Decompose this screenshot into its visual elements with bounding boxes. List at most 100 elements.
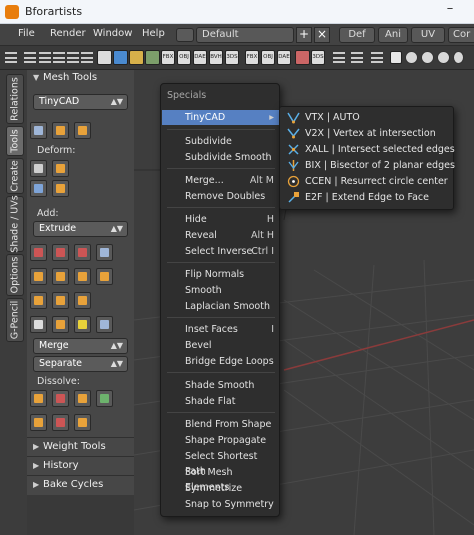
menu-item-shade-smooth[interactable]: Shade Smooth: [162, 378, 279, 393]
weight-tools-header[interactable]: ▶ Weight Tools: [33, 441, 106, 452]
tab-default[interactable]: Def: [339, 27, 375, 43]
add-layout-button[interactable]: +: [296, 27, 312, 43]
menu-item-remove-doubles[interactable]: Remove Doubles: [162, 189, 279, 204]
export-obj-button[interactable]: OBJ: [261, 50, 275, 65]
menu-item-inset-faces[interactable]: Inset Faces I: [162, 322, 279, 337]
poke-button[interactable]: [96, 316, 113, 333]
menu-item-shade-flat[interactable]: Shade Flat: [162, 394, 279, 409]
export-fbx-button[interactable]: FBX: [245, 50, 259, 65]
menu-item-bridge-edge-loops[interactable]: Bridge Edge Loops: [162, 354, 279, 369]
mesh-tools-header[interactable]: ▼ Mesh Tools: [33, 72, 97, 83]
inset-button[interactable]: [30, 244, 47, 261]
edge-split-button[interactable]: [52, 268, 69, 285]
new-file-icon[interactable]: [97, 50, 112, 65]
slide-vertex-button[interactable]: [52, 160, 69, 177]
tab-create[interactable]: Create: [6, 158, 24, 194]
knife-project-button[interactable]: [30, 316, 47, 333]
tab-tools[interactable]: Tools: [6, 126, 24, 156]
tab-shade-uvs[interactable]: Shade / UVs: [6, 195, 24, 253]
delete-faces-button[interactable]: [52, 414, 69, 431]
menu-item-vtx[interactable]: VTX | AUTO: [284, 110, 451, 125]
tinycad-dropdown[interactable]: TinyCAD ▲▼: [33, 94, 128, 110]
save-icon[interactable]: [113, 50, 128, 65]
hamburger-icon[interactable]: [333, 52, 345, 63]
dissolve-edges-button[interactable]: [52, 390, 69, 407]
remove-layout-button[interactable]: ×: [314, 27, 330, 43]
history-header[interactable]: ▶ History: [33, 460, 79, 471]
fill-button[interactable]: [96, 268, 113, 285]
dissolve-faces-button[interactable]: [74, 390, 91, 407]
menu-item-select-inverse[interactable]: Select Inverse Ctrl I: [162, 244, 279, 259]
randomize-button[interactable]: [52, 180, 69, 197]
menu-item-merge[interactable]: Merge... Alt M: [162, 173, 279, 188]
export-3ds-button[interactable]: 3DS: [311, 50, 325, 65]
hamburger-icon[interactable]: [81, 52, 93, 63]
smooth-vertex-button[interactable]: [30, 180, 47, 197]
import-obj-button[interactable]: OBJ: [177, 50, 191, 65]
tab-options[interactable]: Options: [6, 254, 24, 296]
menu-item-reveal[interactable]: Reveal Alt H: [162, 228, 279, 243]
sphere-icon[interactable]: [421, 51, 434, 64]
menu-item-ccen[interactable]: CCEN | Resurrect circle center: [284, 174, 451, 189]
import-3ds-button[interactable]: 3DS: [225, 50, 239, 65]
menu-item-snap-to-symmetry[interactable]: Snap to Symmetry: [162, 497, 279, 512]
menu-item-bix[interactable]: BIX | Bisector of 2 planar edges: [284, 158, 455, 173]
menu-item-blend-from-shape[interactable]: Blend From Shape: [162, 417, 279, 432]
menu-file[interactable]: File: [18, 28, 35, 39]
hamburger-icon[interactable]: [5, 52, 17, 63]
hamburger-icon[interactable]: [67, 52, 79, 63]
viewport-solid-icon[interactable]: [390, 51, 402, 64]
menu-item-tinycad[interactable]: TinyCAD ▸: [162, 110, 279, 125]
limited-dissolve-button[interactable]: [96, 390, 113, 407]
open-folder-icon[interactable]: [129, 50, 144, 65]
delete-vertices-button[interactable]: [74, 414, 91, 431]
subdivide-button[interactable]: [30, 268, 47, 285]
bake-cycles-header[interactable]: ▶ Bake Cycles: [33, 479, 103, 490]
import-dae-button[interactable]: DAE: [193, 50, 207, 65]
tab-animation[interactable]: Ani: [378, 27, 408, 43]
scale-tool-button[interactable]: [74, 122, 91, 139]
vertex-connect-button[interactable]: [74, 268, 91, 285]
sphere-icon[interactable]: [405, 51, 418, 64]
duplicate-button[interactable]: [74, 292, 91, 309]
tab-compositing[interactable]: Cor: [448, 27, 474, 43]
rotate-tool-button[interactable]: [52, 122, 69, 139]
menu-render[interactable]: Render: [50, 28, 86, 39]
tab-uv[interactable]: UV: [411, 27, 445, 43]
hamburger-icon[interactable]: [351, 52, 363, 63]
export-dae-button[interactable]: DAE: [277, 50, 291, 65]
separate-dropdown[interactable]: Separate ▲▼: [33, 356, 128, 372]
loop-cut-button[interactable]: [74, 244, 91, 261]
tab-grease-pencil[interactable]: G-Pencil: [6, 298, 24, 342]
spin-button[interactable]: [30, 292, 47, 309]
export-icon[interactable]: [295, 50, 310, 65]
screen-layout-icon[interactable]: [176, 28, 194, 42]
menu-item-bevel[interactable]: Bevel: [162, 338, 279, 353]
menu-window[interactable]: Window: [93, 28, 132, 39]
import-fbx-button[interactable]: FBX: [161, 50, 175, 65]
hamburger-icon[interactable]: [24, 52, 36, 63]
menu-item-symmetrize[interactable]: Symmetrize: [162, 481, 279, 496]
sphere-icon[interactable]: [437, 51, 450, 64]
hamburger-icon[interactable]: [39, 52, 51, 63]
menu-item-subdivide-smooth[interactable]: Subdivide Smooth: [162, 150, 279, 165]
bevel-button[interactable]: [52, 244, 69, 261]
menu-item-smooth[interactable]: Smooth: [162, 283, 279, 298]
slide-edge-button[interactable]: [30, 160, 47, 177]
menu-item-v2x[interactable]: V2X | Vertex at intersection: [284, 126, 451, 141]
menu-item-select-shortest-path[interactable]: Select Shortest Path: [162, 449, 279, 477]
knife-button[interactable]: [96, 244, 113, 261]
menu-item-laplacian-smooth[interactable]: Laplacian Smooth: [162, 299, 279, 314]
screen-layout-field[interactable]: Default: [196, 27, 294, 43]
screw-button[interactable]: [52, 292, 69, 309]
menu-item-subdivide[interactable]: Subdivide: [162, 134, 279, 149]
sphere-icon[interactable]: [453, 51, 464, 64]
import-icon[interactable]: [145, 50, 160, 65]
tab-relations[interactable]: Relations: [6, 74, 24, 124]
minimize-button[interactable]: –: [440, 1, 460, 19]
rip-button[interactable]: [74, 316, 91, 333]
menu-item-flip-normals[interactable]: Flip Normals: [162, 267, 279, 282]
menu-item-hide[interactable]: Hide H: [162, 212, 279, 227]
bisect-button[interactable]: [52, 316, 69, 333]
hamburger-icon[interactable]: [371, 52, 383, 63]
